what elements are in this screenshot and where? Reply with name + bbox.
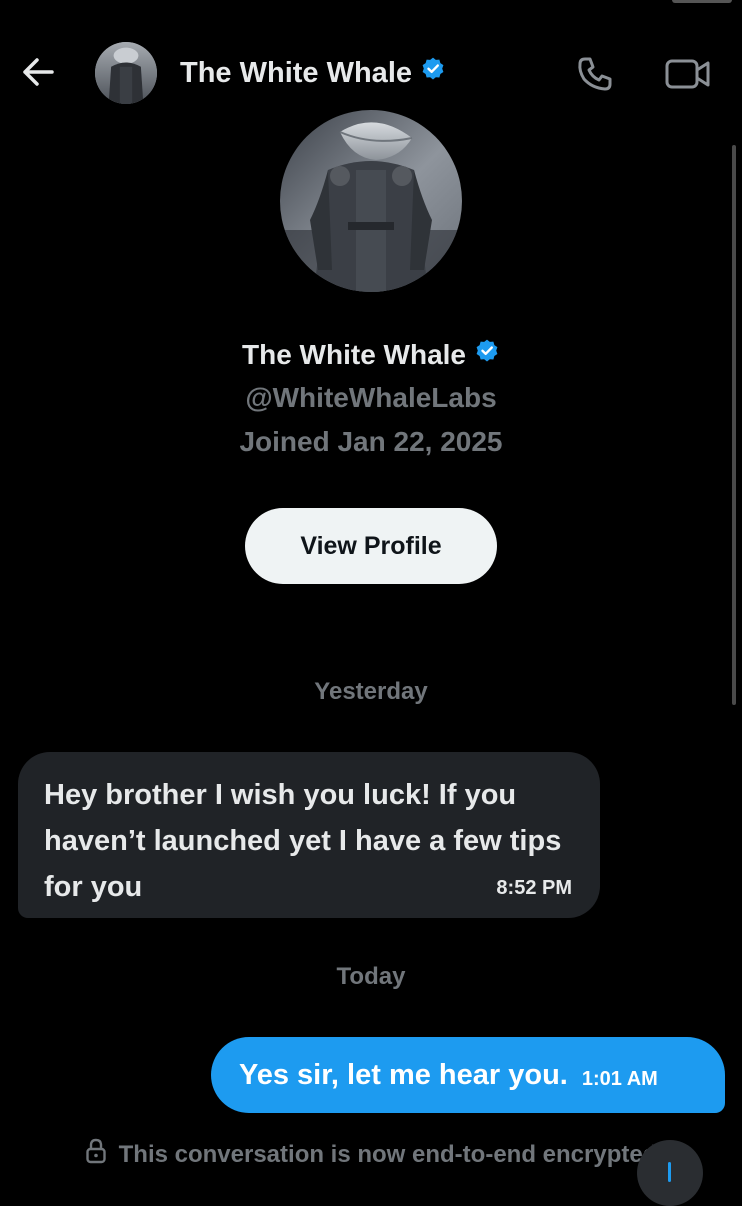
scrollbar[interactable] [732,145,736,705]
header-title[interactable]: The White Whale [180,56,446,90]
encryption-notice: This conversation is now end-to-end encr… [0,1138,742,1171]
verified-badge-icon [474,338,500,371]
scroll-to-bottom-button[interactable] [637,1140,703,1206]
day-separator: Yesterday [314,678,428,705]
message-timestamp: 1:01 AM [581,1067,658,1090]
profile-joined-date: Joined Jan 22, 2025 [239,426,503,457]
video-camera-icon [665,59,710,89]
whale-knight-avatar-image [95,42,157,104]
incoming-message-bubble[interactable]: Hey brother I wish you luck! If you have… [18,752,600,918]
message-text: Yes sir, let me hear you. [239,1058,568,1091]
lock-icon [85,1138,107,1171]
back-button[interactable] [18,52,58,92]
profile-handle: @WhiteWhaleLabs [245,382,497,413]
whale-knight-profile-image [280,110,462,292]
arrow-down-icon [668,1162,671,1182]
message-timestamp: 8:52 PM [496,877,572,899]
phone-icon [578,57,612,91]
day-separator: Today [336,963,406,990]
video-call-button[interactable] [664,56,712,92]
profile-name: The White Whale [0,338,742,371]
verified-badge-icon [420,56,446,90]
call-button[interactable] [575,54,615,94]
view-profile-button[interactable]: View Profile [245,508,497,584]
profile-avatar[interactable] [280,110,462,292]
header-title-text: The White Whale [180,56,412,89]
arrow-left-icon [23,58,54,86]
header-avatar[interactable] [95,42,157,104]
profile-name-text: The White Whale [242,338,466,370]
outgoing-message-bubble[interactable]: Yes sir, let me hear you. 1:01 AM [211,1037,725,1113]
encryption-notice-text: This conversation is now end-to-end encr… [118,1140,658,1168]
